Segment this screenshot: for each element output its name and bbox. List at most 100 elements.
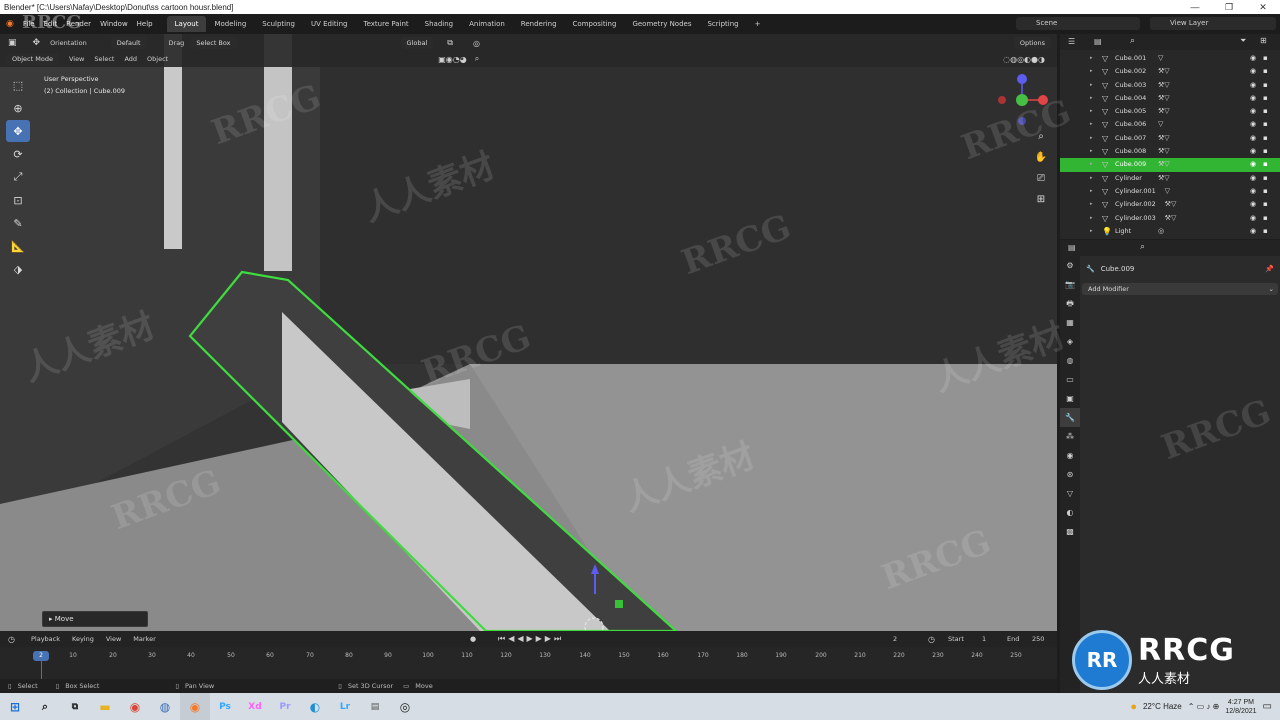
chrome-icon[interactable]: ◉ [120, 693, 150, 720]
blender-logo-icon[interactable]: ◉ [6, 19, 14, 29]
tab-rendering[interactable]: Rendering [513, 16, 565, 32]
timeline[interactable]: ◷ Playback Keying View Marker ● ⏮◀◀▶▶▶⏭ … [0, 631, 1057, 679]
filter-icon[interactable]: ⏷ [1240, 36, 1246, 46]
render-icon[interactable]: ▪ [1263, 212, 1268, 225]
timeline-menu-keying[interactable]: Keying [72, 635, 94, 643]
view-layer-selector[interactable]: View Layer [1150, 17, 1276, 30]
menu-edit[interactable]: Edit [44, 20, 58, 28]
view-layer-tab-icon[interactable]: ▦ [1060, 313, 1080, 332]
eye-icon[interactable]: ◉ [1250, 198, 1256, 211]
eye-icon[interactable]: ◉ [1250, 225, 1256, 238]
expand-icon[interactable]: ▸ [1090, 225, 1093, 238]
expand-icon[interactable]: ▸ [1090, 65, 1093, 78]
end-field[interactable]: 250 [1032, 635, 1044, 643]
outliner-item[interactable]: ▸ ▽ Cylinder ⚒▽ ◉ ▪ [1060, 172, 1280, 185]
render-icon[interactable]: ▪ [1263, 105, 1268, 118]
measure-tool-icon[interactable]: 📐 [6, 235, 30, 257]
outliner[interactable]: ☰ ▤ ⌕ ⏷ ⊞ ▸ ▽ Cube.001 ▽ ◉ ▪ ▸ ▽ Cube.002 ⚒▽ ◉ ▪ ▸… [1060, 34, 1280, 239]
record-icon[interactable]: ● [470, 635, 476, 643]
eye-icon[interactable]: ◉ [1250, 212, 1256, 225]
playhead[interactable]: 2 [33, 651, 49, 661]
orientation-dropdown[interactable]: Default [110, 37, 147, 49]
cursor-tool-icon[interactable]: ⊕ [6, 97, 30, 119]
proportional-edit-icon[interactable]: ◎ [473, 39, 480, 48]
tab-uv-editing[interactable]: UV Editing [303, 16, 356, 32]
expand-icon[interactable]: ▸ [1090, 158, 1093, 171]
tab-geometry-nodes[interactable]: Geometry Nodes [624, 16, 699, 32]
current-frame-field[interactable]: 2 [893, 635, 897, 643]
outliner-item[interactable]: ▸ ▽ Cylinder.003 ⚒▽ ◉ ▪ [1060, 212, 1280, 225]
render-icon[interactable]: ▪ [1263, 79, 1268, 92]
constraints-tab-icon[interactable]: ⊛ [1060, 465, 1080, 484]
menu-render[interactable]: Render [66, 20, 91, 28]
mode-dropdown[interactable]: Object Mode [6, 53, 59, 65]
timeline-menu-marker[interactable]: Marker [133, 635, 155, 643]
github-icon[interactable]: ◎ [390, 693, 420, 720]
add-workspace-button[interactable]: + [747, 16, 769, 32]
start-field[interactable]: 1 [982, 635, 986, 643]
timeline-editor-icon[interactable]: ◷ [8, 635, 15, 644]
expand-icon[interactable]: ▸ [1090, 145, 1093, 158]
render-icon[interactable]: ▪ [1263, 145, 1268, 158]
expand-icon[interactable]: ▸ [1090, 132, 1093, 145]
tray-icons[interactable]: ⌃ ▭ ♪ ⊕ [1188, 702, 1220, 711]
expand-icon[interactable]: ▸ [1090, 185, 1093, 198]
scene-tab-icon[interactable]: ◈ [1060, 332, 1080, 351]
maximize-button[interactable]: ❐ [1212, 0, 1246, 14]
material-tab-icon[interactable]: ◐ [1060, 503, 1080, 522]
annotate-tool-icon[interactable]: ✎ [6, 212, 30, 234]
search-icon[interactable]: ⌕ [30, 693, 60, 720]
pan-hand-icon[interactable]: ✋ [1032, 149, 1050, 167]
outliner-item[interactable]: ▸ ▽ Cube.004 ⚒▽ ◉ ▪ [1060, 92, 1280, 105]
outliner-item[interactable]: ▸ ▽ Cube.001 ▽ ◉ ▪ [1060, 52, 1280, 65]
eye-icon[interactable]: ◉ [1250, 65, 1256, 78]
options-dropdown[interactable]: Options [1013, 37, 1051, 49]
render-icon[interactable]: ▪ [1263, 92, 1268, 105]
modifier-tab-icon[interactable]: 🔧 [1060, 408, 1080, 427]
render-icon[interactable]: ▪ [1263, 158, 1268, 171]
timeline-ruler[interactable]: 10 20 30 40 50 60 70 80 90 100 110 120 1… [0, 649, 1057, 663]
expand-icon[interactable]: ▸ [1090, 198, 1093, 211]
timeline-menu-view[interactable]: View [106, 635, 121, 643]
close-button[interactable]: ✕ [1246, 0, 1280, 14]
eye-icon[interactable]: ◉ [1250, 185, 1256, 198]
expand-icon[interactable]: ▸ [1090, 79, 1093, 92]
tab-scripting[interactable]: Scripting [699, 16, 746, 32]
tab-modeling[interactable]: Modeling [206, 16, 254, 32]
minimize-button[interactable]: — [1178, 0, 1212, 14]
object-tab-icon[interactable]: ▣ [1060, 389, 1080, 408]
properties-editor-icon[interactable]: ▤ [1068, 243, 1076, 252]
render-icon[interactable]: ▪ [1263, 172, 1268, 185]
data-tab-icon[interactable]: ▽ [1060, 484, 1080, 503]
add-cube-tool-icon[interactable]: ⬗ [6, 258, 30, 280]
transform-icon[interactable]: ✥ [33, 38, 41, 48]
eye-icon[interactable]: ◉ [1250, 92, 1256, 105]
tab-compositing[interactable]: Compositing [565, 16, 625, 32]
expand-icon[interactable]: ▸ [1090, 92, 1093, 105]
menu-help[interactable]: Help [137, 20, 153, 28]
outliner-search-icon[interactable]: ⌕ [1130, 36, 1135, 46]
outliner-item[interactable]: ▸ ▽ Cube.003 ⚒▽ ◉ ▪ [1060, 79, 1280, 92]
eye-icon[interactable]: ◉ [1250, 79, 1256, 92]
tab-shading[interactable]: Shading [417, 16, 461, 32]
texture-tab-icon[interactable]: ▩ [1060, 522, 1080, 541]
menu-object[interactable]: Object [147, 55, 168, 63]
render-icon[interactable]: ▪ [1263, 185, 1268, 198]
expand-icon[interactable]: ▸ [1090, 212, 1093, 225]
tool-tab-icon[interactable]: ⚙ [1060, 256, 1080, 275]
expand-icon[interactable]: ▸ [1090, 105, 1093, 118]
lightroom-icon[interactable]: Lr [330, 693, 360, 720]
windows-start-icon[interactable]: ⊞ [0, 693, 30, 720]
file-explorer-icon[interactable]: ▬ [90, 693, 120, 720]
outliner-item[interactable]: ▸ ▽ Cylinder.002 ⚒▽ ◉ ▪ [1060, 198, 1280, 211]
world-tab-icon[interactable]: ◍ [1060, 351, 1080, 370]
render-icon[interactable]: ▪ [1263, 225, 1268, 238]
last-operator-panel[interactable]: ▸ Move [42, 611, 148, 627]
xd-icon[interactable]: Xd [240, 693, 270, 720]
eye-icon[interactable]: ◉ [1250, 118, 1256, 131]
menu-select[interactable]: Select [94, 55, 114, 63]
rotate-tool-icon[interactable]: ⟳ [6, 143, 30, 165]
3d-viewport[interactable]: ▣ ✥ Orientation Default Drag Select Box … [0, 34, 1057, 631]
transform-tool-icon[interactable]: ⊡ [6, 189, 30, 211]
pin-icon[interactable]: 📌 [1265, 265, 1274, 273]
